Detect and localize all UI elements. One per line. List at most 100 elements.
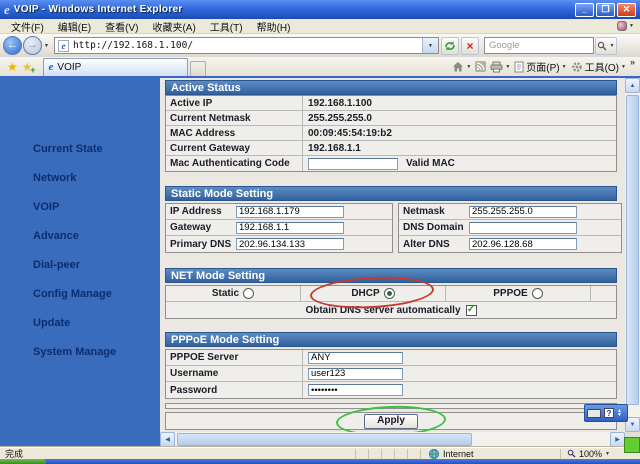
pppoe-server-field[interactable]	[308, 352, 403, 364]
search-box[interactable]: Google	[484, 37, 594, 54]
toolbar-overflow-icon[interactable]: »	[630, 57, 635, 67]
zoom-dropdown-icon[interactable]: ▼	[605, 451, 610, 457]
scroll-up-icon[interactable]: ▲	[625, 78, 640, 93]
dhcp-radio[interactable]	[384, 288, 395, 299]
primary-dns-field[interactable]	[236, 238, 344, 250]
table-row: Current Gateway 192.168.1.1	[166, 141, 616, 156]
menu-tools[interactable]: 工具(T)	[203, 19, 250, 33]
menu-favorites[interactable]: 收藏夹(A)	[145, 19, 202, 33]
sidebar-nav: Current State Network VOIP Advance Dial-…	[0, 78, 160, 447]
sidebar-item-current-state[interactable]: Current State	[0, 134, 160, 163]
sidebar-item-advance[interactable]: Advance	[0, 221, 160, 250]
search-go-button[interactable]: ▼	[595, 37, 617, 55]
menu-edit[interactable]: 编辑(E)	[51, 19, 98, 33]
dns-domain-field[interactable]	[469, 222, 577, 234]
addon-icon[interactable]	[617, 21, 627, 31]
static-radio[interactable]	[243, 288, 254, 299]
globe-icon	[429, 449, 439, 459]
search-dropdown-icon[interactable]: ▼	[609, 43, 614, 49]
favorites-center-icon[interactable]: ★	[7, 61, 18, 73]
stop-button[interactable]: ×	[461, 37, 479, 55]
row-label: IP Address	[166, 206, 236, 217]
password-field[interactable]	[308, 384, 403, 396]
zoom-magnifier-icon	[567, 449, 576, 458]
alter-dns-field[interactable]	[469, 238, 577, 250]
zone-label: Internet	[443, 449, 474, 459]
language-bar[interactable]: ? ▲▼	[584, 404, 628, 422]
print-button[interactable]: ▼	[490, 61, 510, 73]
start-button-fragment[interactable]	[0, 459, 46, 464]
pppoe-option[interactable]: PPPOE	[446, 286, 591, 301]
menu-bar: 文件(F) 编辑(E) 查看(V) 收藏夹(A) 工具(T) 帮助(H) ▼	[0, 19, 640, 34]
row-label: Current Netmask	[166, 111, 303, 125]
new-tab-stub[interactable]	[190, 61, 206, 76]
refresh-icon	[444, 40, 456, 52]
mac-auth-code-field[interactable]	[308, 158, 398, 170]
sidebar-item-dial-peer[interactable]: Dial-peer	[0, 250, 160, 279]
scroll-left-icon[interactable]: ◀	[160, 432, 175, 447]
dhcp-option[interactable]: DHCP	[301, 286, 446, 301]
ie-logo-icon: e	[4, 3, 10, 16]
table-row: IP Address	[166, 204, 392, 220]
ip-address-field[interactable]	[236, 206, 344, 218]
menu-help[interactable]: 帮助(H)	[250, 19, 298, 33]
row-label: Alter DNS	[399, 239, 469, 250]
static-option[interactable]: Static	[166, 286, 301, 301]
sidebar-item-config-manage[interactable]: Config Manage	[0, 279, 160, 308]
sidebar-item-update[interactable]: Update	[0, 308, 160, 337]
section-header-net-mode: NET Mode Setting	[165, 268, 617, 283]
help-icon[interactable]: ?	[604, 408, 614, 418]
pppoe-radio[interactable]	[532, 288, 543, 299]
page-menu-button[interactable]: 页面(P) ▼	[514, 59, 566, 74]
forward-button[interactable]: →	[23, 36, 42, 55]
apply-button[interactable]: Apply	[364, 414, 418, 429]
back-button[interactable]: ←	[3, 36, 22, 55]
vertical-scrollbar[interactable]: ▲ ▼	[625, 78, 640, 432]
row-label: Username	[166, 366, 303, 381]
sidebar-item-system-manage[interactable]: System Manage	[0, 337, 160, 366]
menu-file[interactable]: 文件(F)	[4, 19, 51, 33]
address-url[interactable]: http://192.168.1.100/	[73, 40, 422, 51]
gateway-field[interactable]	[236, 222, 344, 234]
pppoe-mode-title: PPPoE Mode Setting	[171, 334, 279, 346]
tools-menu-button[interactable]: 工具(O) ▼	[571, 59, 626, 74]
home-button[interactable]: ▼	[452, 61, 471, 73]
keyboard-icon[interactable]	[587, 409, 601, 418]
row-label: MAC Address	[166, 126, 303, 140]
spacer-bar	[165, 403, 617, 409]
browser-viewport: Current State Network VOIP Advance Dial-…	[0, 78, 640, 447]
username-field[interactable]	[308, 368, 403, 380]
add-favorite-icon[interactable]: ★	[22, 61, 33, 73]
apply-row: Apply	[165, 412, 617, 430]
feeds-button[interactable]	[475, 61, 486, 72]
page-menu-label: 页面(P)	[526, 59, 559, 74]
minimize-button[interactable]: _	[575, 3, 594, 17]
section-header-pppoe-mode: PPPoE Mode Setting	[165, 332, 617, 347]
table-row: Username	[166, 366, 616, 382]
language-bar-arrows-icon[interactable]: ▲▼	[617, 409, 622, 417]
table-row: Active IP 192.168.1.100	[166, 96, 616, 111]
refresh-button[interactable]	[441, 37, 459, 55]
tab-voip[interactable]: e VOIP	[43, 58, 188, 76]
menu-view[interactable]: 查看(V)	[98, 19, 145, 33]
history-dropdown-icon[interactable]: ▼	[44, 43, 49, 49]
sidebar-item-voip[interactable]: VOIP	[0, 192, 160, 221]
addon-dropdown-icon[interactable]: ▼	[629, 23, 634, 29]
restore-button[interactable]: ❐	[596, 3, 615, 17]
address-bar[interactable]: e http://192.168.1.100/ ▼	[54, 37, 439, 54]
horizontal-scrollbar[interactable]: ◀ ▶	[160, 432, 625, 447]
scroll-right-icon[interactable]: ▶	[610, 432, 625, 447]
row-label: DNS Domain	[399, 222, 469, 233]
search-input[interactable]: Google	[489, 40, 593, 51]
section-header-static-mode: Static Mode Setting	[165, 186, 617, 201]
sidebar-item-network[interactable]: Network	[0, 163, 160, 192]
netmask-field[interactable]	[469, 206, 577, 218]
dns-auto-checkbox[interactable]	[466, 305, 477, 316]
pppoe-mode-table: PPPOE Server Username Password	[165, 349, 617, 399]
horizontal-scroll-thumb[interactable]	[177, 433, 472, 446]
vertical-scroll-thumb[interactable]	[626, 95, 639, 405]
static-radio-label: Static	[212, 288, 239, 299]
net-mode-title: NET Mode Setting	[171, 270, 265, 282]
close-button[interactable]: ✕	[617, 3, 636, 17]
address-dropdown-icon[interactable]: ▼	[422, 38, 438, 53]
